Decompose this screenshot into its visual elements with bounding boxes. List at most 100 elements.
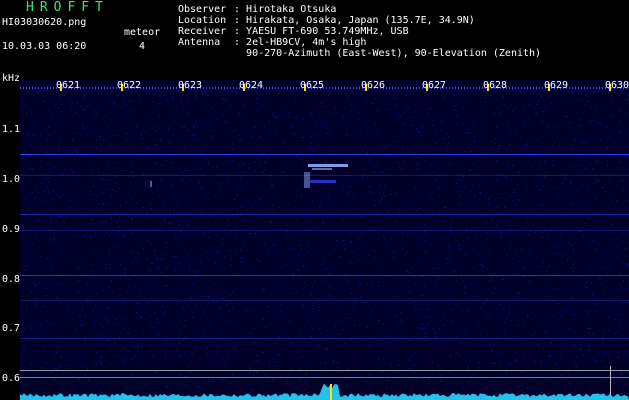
noise-pixel xyxy=(564,100,565,102)
noise-pixel xyxy=(439,368,441,370)
noise-pixel xyxy=(293,278,295,280)
noise-pixel xyxy=(551,228,553,230)
noise-pixel xyxy=(459,195,461,197)
noise-pixel xyxy=(313,232,315,234)
noise-pixel xyxy=(586,166,588,168)
noise-pixel xyxy=(422,126,424,128)
noise-pixel xyxy=(119,351,121,353)
noise-pixel xyxy=(284,317,285,319)
noise-pixel xyxy=(91,301,93,303)
station-info-key: Location xyxy=(178,15,227,26)
noise-pixel xyxy=(102,192,104,194)
noise-pixel xyxy=(67,389,69,391)
time-axis-dot xyxy=(272,87,273,89)
noise-pixel xyxy=(239,163,241,165)
noise-pixel xyxy=(206,219,208,221)
noise-pixel xyxy=(272,243,273,245)
noise-pixel xyxy=(529,280,531,282)
time-axis-dot xyxy=(569,87,570,89)
noise-pixel xyxy=(506,364,508,366)
noise-pixel xyxy=(529,388,531,390)
noise-pixel xyxy=(39,160,41,162)
noise-pixel xyxy=(212,381,213,383)
noise-pixel xyxy=(219,258,221,259)
noise-pixel xyxy=(58,347,60,348)
noise-pixel xyxy=(491,380,493,382)
noise-pixel xyxy=(168,105,170,107)
noise-pixel xyxy=(256,158,258,160)
noise-pixel xyxy=(597,225,599,227)
noise-pixel xyxy=(129,143,131,145)
noise-pixel xyxy=(255,233,256,235)
noise-pixel xyxy=(121,380,123,382)
noise-pixel xyxy=(415,263,417,265)
noise-pixel xyxy=(295,155,297,157)
noise-pixel xyxy=(77,145,78,146)
noise-pixel xyxy=(371,384,373,386)
noise-pixel xyxy=(623,180,625,181)
noise-pixel xyxy=(240,331,242,332)
noise-pixel xyxy=(54,379,56,381)
noise-pixel xyxy=(219,336,221,338)
noise-pixel xyxy=(90,334,92,336)
noise-pixel xyxy=(436,179,437,181)
noise-pixel xyxy=(153,293,155,295)
noise-pixel xyxy=(164,189,166,191)
noise-pixel xyxy=(424,285,426,287)
noise-pixel xyxy=(527,217,529,219)
noise-pixel xyxy=(416,197,418,199)
noise-pixel xyxy=(294,134,296,136)
noise-pixel xyxy=(158,127,160,129)
noise-pixel xyxy=(469,170,470,171)
noise-pixel xyxy=(20,178,22,180)
noise-pixel xyxy=(50,371,52,373)
noise-pixel xyxy=(489,316,490,318)
noise-pixel xyxy=(247,385,249,387)
noise-pixel xyxy=(401,124,403,126)
noise-pixel xyxy=(372,282,374,284)
noise-pixel xyxy=(398,233,400,235)
noise-pixel xyxy=(34,339,36,341)
meteor-echo-tail xyxy=(312,168,332,170)
noise-pixel xyxy=(164,218,166,220)
noise-pixel xyxy=(379,193,381,195)
noise-pixel xyxy=(40,256,42,258)
noise-pixel xyxy=(59,137,61,139)
noise-pixel xyxy=(330,196,331,198)
noise-pixel xyxy=(515,204,517,206)
noise-pixel xyxy=(396,314,398,316)
noise-pixel xyxy=(271,183,273,185)
time-axis-dot xyxy=(263,87,264,89)
noise-pixel xyxy=(541,266,543,268)
noise-pixel xyxy=(546,187,548,189)
noise-pixel xyxy=(75,291,77,293)
noise-pixel xyxy=(529,283,531,285)
noise-pixel xyxy=(587,312,589,314)
noise-pixel xyxy=(497,351,499,353)
noise-pixel xyxy=(377,268,379,270)
time-axis-dot xyxy=(92,87,93,89)
noise-pixel xyxy=(172,134,174,136)
noise-pixel xyxy=(129,343,131,345)
noise-pixel xyxy=(113,340,115,342)
noise-pixel xyxy=(196,126,198,128)
noise-pixel xyxy=(206,250,208,252)
noise-pixel xyxy=(81,352,83,354)
noise-pixel xyxy=(32,385,34,387)
noise-pixel xyxy=(541,204,543,206)
noise-pixel xyxy=(594,144,596,146)
noise-pixel xyxy=(247,209,248,210)
noise-pixel xyxy=(429,273,431,275)
noise-pixel xyxy=(507,166,509,168)
noise-pixel xyxy=(294,205,296,207)
noise-pixel xyxy=(468,147,470,149)
noise-pixel xyxy=(368,160,369,162)
station-info-separator: : xyxy=(234,4,247,15)
noise-pixel xyxy=(394,105,396,107)
frequency-unit-label: kHz xyxy=(2,73,21,84)
time-axis-dot xyxy=(359,87,360,89)
noise-pixel xyxy=(324,261,326,263)
noise-pixel xyxy=(525,185,527,187)
noise-pixel xyxy=(324,363,326,365)
noise-pixel xyxy=(560,374,562,376)
